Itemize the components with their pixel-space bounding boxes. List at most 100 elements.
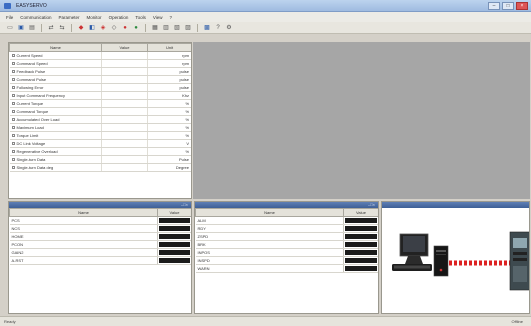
table-row[interactable]: Feedback Pulse pulse xyxy=(9,67,191,76)
print-icon[interactable]: ▩ xyxy=(203,24,211,32)
checkbox-icon[interactable] xyxy=(11,86,15,90)
table-row[interactable]: Command Speed rpm xyxy=(9,59,191,68)
checkbox-icon[interactable] xyxy=(11,142,15,146)
checkbox-icon[interactable] xyxy=(11,62,15,66)
save-icon[interactable]: ▤ xyxy=(28,24,36,32)
row-unit: Khz xyxy=(147,91,191,100)
checkbox-icon[interactable] xyxy=(11,102,15,106)
run-icon[interactable]: ● xyxy=(132,24,140,32)
menu-item-file[interactable]: File xyxy=(6,15,13,20)
menu-item-communication[interactable]: Communication xyxy=(20,15,51,20)
disconnect-icon[interactable]: ⇆ xyxy=(58,24,66,32)
table-row[interactable]: NCS xyxy=(9,224,191,233)
connect-icon[interactable]: ⇄ xyxy=(47,24,55,32)
menu-item-view[interactable]: View xyxy=(153,15,163,20)
table-row[interactable]: GAIN2 xyxy=(9,248,191,257)
output-signal-panel: –□× Name Value ALM RDY ZSPD BRK INPOS INSPD WA… xyxy=(194,201,379,314)
checkbox-icon[interactable] xyxy=(11,78,15,82)
table-row[interactable]: Regenerative Overload% xyxy=(9,147,191,156)
menu-item-monitor[interactable]: Monitor xyxy=(87,15,102,20)
table-row[interactable]: Single-turn Data Pulse xyxy=(9,155,191,164)
menu-item-operation[interactable]: Operation xyxy=(109,15,129,20)
table-row[interactable]: Accumulated Over Load% xyxy=(9,115,191,124)
table-row[interactable]: WARN xyxy=(195,264,378,273)
pc-tower-icon xyxy=(433,245,449,277)
minimize-button[interactable]: – xyxy=(488,2,500,10)
table-row[interactable]: PCS xyxy=(9,216,191,225)
parameter-icon[interactable]: ◆ xyxy=(77,24,85,32)
help-icon[interactable]: ? xyxy=(214,24,222,32)
toolbar: ▭ ▣ ▤ ⇄ ⇆ ◆ ◧ ◈ ◇ ● ● ▦ ▥ ▧ ▨ ▩ ? ⚙ xyxy=(0,22,531,34)
graph-icon[interactable]: ◈ xyxy=(99,24,107,32)
column-header-value[interactable]: Value xyxy=(157,208,191,217)
column-header-value[interactable]: Value xyxy=(343,208,378,217)
table-row[interactable]: A-RST xyxy=(9,256,191,265)
window-horizontal-icon[interactable]: ▨ xyxy=(184,24,192,32)
table-row[interactable]: Current Speed rpm xyxy=(9,51,191,60)
column-header-unit[interactable]: Unit xyxy=(147,43,191,52)
table-row[interactable]: Maximum Load% xyxy=(9,123,191,132)
table-row[interactable]: INPOS xyxy=(195,248,378,257)
table-row[interactable]: PCON xyxy=(9,240,191,249)
checkbox-icon[interactable] xyxy=(11,70,15,74)
table-row[interactable]: RDY xyxy=(195,224,378,233)
row-value xyxy=(101,67,148,76)
table-row[interactable]: ALM xyxy=(195,216,378,225)
checkbox-icon[interactable] xyxy=(11,118,15,122)
panel-header: –□× xyxy=(195,202,378,208)
checkbox-icon[interactable] xyxy=(11,54,15,58)
new-icon[interactable]: ▭ xyxy=(6,24,14,32)
table-row[interactable]: DC Link Voltage V xyxy=(9,139,191,148)
window-tile-icon[interactable]: ▦ xyxy=(151,24,159,32)
window-cascade-icon[interactable]: ▥ xyxy=(162,24,170,32)
maximize-button[interactable]: □ xyxy=(502,2,514,10)
checkbox-icon[interactable] xyxy=(11,166,15,170)
column-header-name[interactable]: Name xyxy=(195,208,344,217)
table-row[interactable]: BRK xyxy=(195,240,378,249)
row-unit: pulse xyxy=(147,83,191,92)
checkbox-icon[interactable] xyxy=(11,150,15,154)
panel-controls[interactable]: –□× xyxy=(368,203,375,207)
row-name: Torque Limit xyxy=(9,131,102,140)
signal-indicator xyxy=(159,226,190,231)
close-button[interactable]: × xyxy=(516,2,528,10)
signal-state xyxy=(157,248,191,257)
table-row[interactable]: INSPD xyxy=(195,256,378,265)
settings-icon[interactable]: ⚙ xyxy=(225,24,233,32)
jog-icon[interactable]: ● xyxy=(121,24,129,32)
column-header-name[interactable]: Name xyxy=(9,208,158,217)
row-unit: % xyxy=(147,123,191,132)
table-row[interactable]: Input Command Frequency Khz xyxy=(9,91,191,100)
row-name: Single-turn Data deg xyxy=(9,163,102,172)
signal-indicator xyxy=(345,250,377,255)
row-unit: % xyxy=(147,147,191,156)
table-row[interactable]: Following Error pulse xyxy=(9,83,191,92)
row-label: Single-turn Data deg xyxy=(16,165,54,170)
table-row[interactable]: HOME xyxy=(9,232,191,241)
menu-item-help[interactable]: ? xyxy=(170,15,173,20)
menu-item-parameter[interactable]: Parameter xyxy=(59,15,80,20)
menu-item-tools[interactable]: Tools xyxy=(135,15,146,20)
signal-indicator xyxy=(159,218,190,223)
signal-name: NCS xyxy=(9,224,158,233)
row-name: Command Torque xyxy=(9,107,102,116)
table-row[interactable]: Torque Limit% xyxy=(9,131,191,140)
monitor-icon[interactable]: ◧ xyxy=(88,24,96,32)
open-icon[interactable]: ▣ xyxy=(17,24,25,32)
column-header-name[interactable]: Name xyxy=(9,43,102,52)
checkbox-icon[interactable] xyxy=(11,158,15,162)
window-vertical-icon[interactable]: ▧ xyxy=(173,24,181,32)
panel-controls[interactable]: –□× xyxy=(181,203,188,207)
alarm-icon[interactable]: ◇ xyxy=(110,24,118,32)
table-row[interactable]: ZSPD xyxy=(195,232,378,241)
column-header-value[interactable]: Value xyxy=(101,43,148,52)
checkbox-icon[interactable] xyxy=(11,134,15,138)
checkbox-icon[interactable] xyxy=(11,126,15,130)
row-value xyxy=(101,107,148,116)
table-row[interactable]: Command Torque% xyxy=(9,107,191,116)
table-row[interactable]: Single-turn Data deg Degree xyxy=(9,163,191,172)
table-row[interactable]: Current Torque% xyxy=(9,99,191,108)
table-row[interactable]: Command Pulse pulse xyxy=(9,75,191,84)
checkbox-icon[interactable] xyxy=(11,94,15,98)
checkbox-icon[interactable] xyxy=(11,110,15,114)
